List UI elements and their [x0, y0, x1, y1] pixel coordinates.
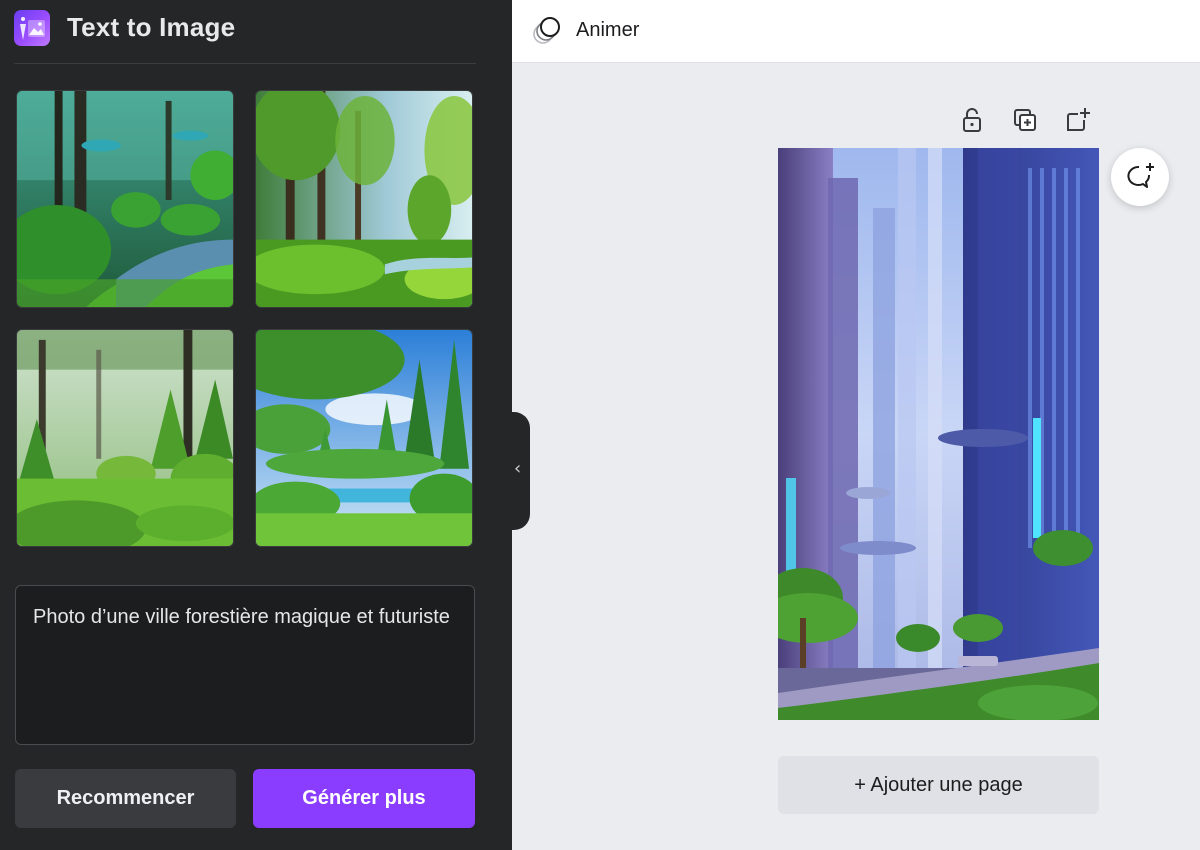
panel-header: Text to Image [0, 0, 512, 64]
add-page-icon[interactable] [1064, 106, 1092, 134]
generated-image-3[interactable] [16, 329, 234, 547]
panel-title: Text to Image [67, 12, 236, 42]
generated-image-4[interactable] [255, 329, 473, 547]
animate-label: Animer [576, 18, 640, 41]
design-canvas-page[interactable] [778, 148, 1099, 720]
add-page-button[interactable]: + Ajouter une page [778, 756, 1099, 814]
header-divider [14, 63, 476, 64]
animate-button[interactable]: Animer [530, 10, 639, 50]
generate-more-button[interactable]: Générer plus [253, 769, 475, 828]
text-to-image-panel: Text to Image Photo d’une ville forestiè… [0, 0, 512, 850]
prompt-input[interactable]: Photo d’une ville forestière magique et … [15, 585, 475, 745]
comment-add-icon [1127, 163, 1154, 188]
editor-topbar: Animer [512, 0, 1200, 63]
generated-image-2[interactable] [255, 90, 473, 308]
add-comment-button[interactable] [1111, 148, 1169, 206]
duplicate-page-icon[interactable] [1011, 106, 1039, 134]
generated-image-1[interactable] [16, 90, 234, 308]
lock-icon[interactable] [958, 106, 986, 134]
animate-icon [533, 17, 560, 44]
restart-button[interactable]: Recommencer [15, 769, 236, 828]
chevron-left-icon: ‹ [514, 458, 522, 479]
collapse-panel-handle[interactable]: ‹ [510, 412, 530, 530]
text-to-image-app-icon [14, 10, 50, 46]
